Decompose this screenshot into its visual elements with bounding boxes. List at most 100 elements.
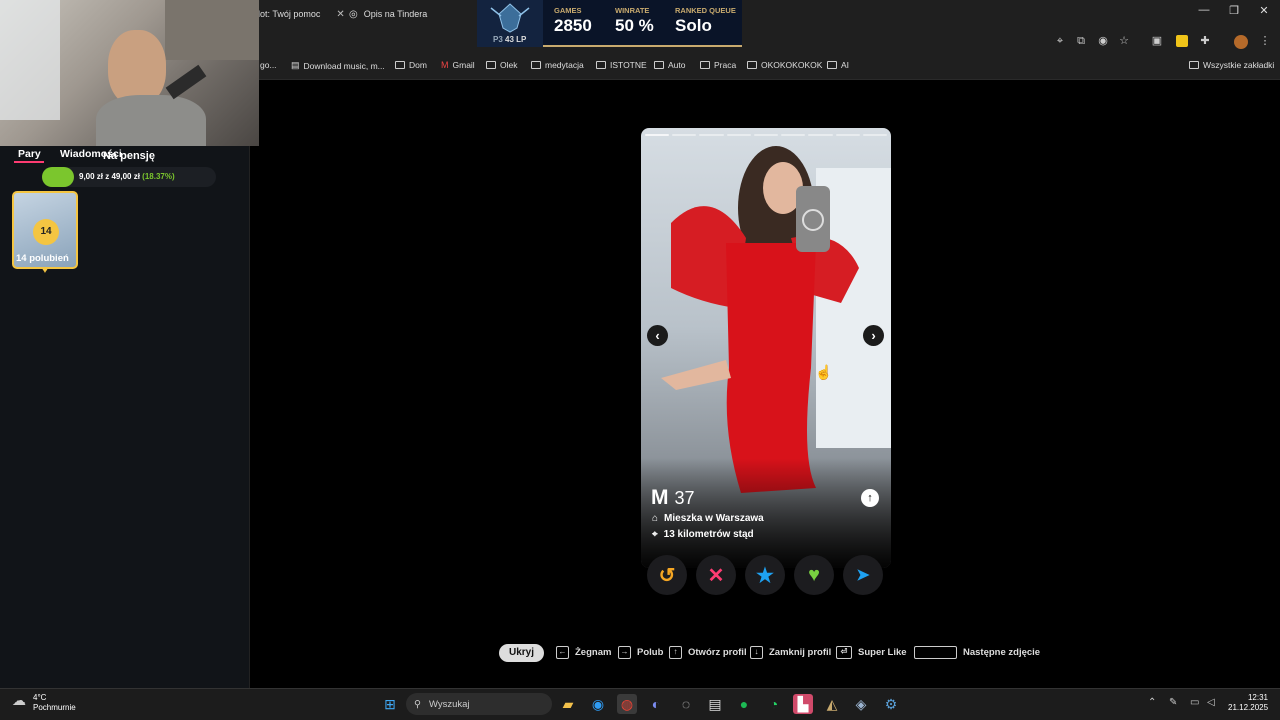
- tray-app-icon[interactable]: ✎: [1169, 697, 1177, 708]
- shortcut-next-photo: Następne zdjęcie: [914, 646, 1040, 659]
- volume-icon[interactable]: ◁: [1207, 697, 1215, 708]
- network-icon[interactable]: ▭: [1190, 697, 1199, 708]
- shortcut-label: Otwórz profil: [688, 647, 747, 658]
- photo-indicator-bar: [862, 134, 887, 136]
- profile-age: 37: [674, 488, 695, 508]
- chrome-icon[interactable]: ◍: [617, 694, 637, 714]
- folder-icon: [531, 61, 541, 69]
- bookmark-item[interactable]: Dom: [395, 60, 427, 70]
- page-icon: ▤: [291, 60, 300, 70]
- like-button[interactable]: ♥: [794, 555, 834, 595]
- more-menu-icon[interactable]: ⋮: [1259, 35, 1271, 47]
- pink-app-icon[interactable]: ▙: [793, 694, 813, 714]
- puzzle-icon[interactable]: ✚: [1199, 35, 1211, 47]
- minimize-button[interactable]: —: [1189, 4, 1219, 16]
- windows-start-icon[interactable]: ⊞: [380, 694, 400, 714]
- next-photo-button[interactable]: ›: [863, 325, 884, 346]
- photo-indicator-bar: [835, 134, 860, 136]
- games-label: GAMES: [554, 6, 582, 15]
- bookmark-item[interactable]: go...: [260, 60, 277, 70]
- bookmark-item[interactable]: AI: [827, 60, 849, 70]
- home-icon: ⌂: [652, 513, 659, 524]
- eye-off-icon[interactable]: ◉: [1097, 35, 1109, 47]
- bookmark-label: Praca: [714, 60, 737, 70]
- bookmark-label: AI: [841, 60, 850, 70]
- extension-yellow-icon[interactable]: [1176, 35, 1188, 47]
- bookmark-item[interactable]: ▤ Download music, m...: [291, 60, 385, 71]
- spotify-icon[interactable]: ●: [734, 694, 754, 714]
- bookmark-item[interactable]: Praca: [700, 60, 736, 70]
- shortcut-open: ↑ Otwórz profil: [669, 646, 747, 659]
- tab-2-label: Opis na Tindera: [363, 9, 428, 19]
- settings-gear-icon[interactable]: ⚙: [881, 694, 901, 714]
- photo-indicator-bar: [672, 134, 697, 136]
- tab-pary-label: Pary: [18, 148, 41, 160]
- open-profile-button[interactable]: ↑: [861, 489, 879, 507]
- bookmark-item[interactable]: M Gmail: [441, 60, 475, 70]
- games-value: 2850: [554, 16, 592, 35]
- clock-date: 21.12.2025: [1228, 703, 1269, 712]
- all-bookmarks[interactable]: Wszystkie zakładki: [1189, 60, 1274, 70]
- league-client-icon[interactable]: ◭: [822, 694, 842, 714]
- bookmark-label: Gmail: [452, 60, 475, 70]
- bookmark-item[interactable]: OKOKOKOKOK: [747, 60, 822, 70]
- shortcut-nope: ← Żegnam: [556, 646, 611, 659]
- boost-button[interactable]: ➤: [843, 555, 883, 595]
- hide-button[interactable]: Ukryj: [499, 644, 544, 662]
- rank-emblem: P3 43 LP: [477, 0, 543, 47]
- install-app-icon[interactable]: ⧉: [1075, 35, 1087, 47]
- rank-tier: P3: [493, 35, 503, 44]
- folder-icon: [654, 61, 664, 69]
- prev-photo-button[interactable]: ‹: [647, 325, 668, 346]
- tab-1[interactable]: lot: Twój pomoc ✕: [258, 5, 345, 23]
- search-icon: ⚲: [414, 698, 421, 710]
- bookmark-item[interactable]: Olek: [486, 60, 517, 70]
- steam-icon[interactable]: ◈: [851, 694, 871, 714]
- bookmark-star-icon[interactable]: ☆: [1118, 35, 1130, 47]
- tab-pary[interactable]: Pary: [18, 148, 41, 160]
- goal-text: 9,00 zł z 49,00 zł (18.37%): [79, 172, 175, 181]
- close-icon[interactable]: ✕: [336, 9, 344, 20]
- likes-card[interactable]: 14 14 polubień: [12, 191, 78, 269]
- taskbar: [0, 688, 1280, 720]
- bookmark-item[interactable]: medytacja: [531, 60, 584, 70]
- arrow-left-key-icon: ←: [556, 646, 569, 659]
- arrow-up-icon: ↑: [867, 492, 873, 504]
- goal-amount: 9,00 zł z 49,00 zł: [79, 172, 140, 181]
- tray-chevron-icon[interactable]: ⌃: [1148, 697, 1156, 708]
- shortcut-label: Super Like: [858, 647, 907, 658]
- clock[interactable]: 12:31 21.12.2025: [1228, 693, 1268, 713]
- taskbar-search[interactable]: ⚲ Wyszukaj: [406, 693, 552, 715]
- tab-2[interactable]: ◎ Opis na Tindera: [349, 5, 427, 23]
- nope-button[interactable]: ✕: [696, 555, 736, 595]
- folder-icon: [1189, 61, 1199, 69]
- extension-icon[interactable]: ▣: [1151, 35, 1163, 47]
- discord-icon[interactable]: ◐: [646, 694, 666, 714]
- shortcut-superlike: ⏎ Super Like: [836, 646, 907, 659]
- whatsapp-icon[interactable]: ◔: [764, 694, 784, 714]
- shortcut-label: Następne zdjęcie: [963, 647, 1041, 658]
- all-bookmarks-label: Wszystkie zakładki: [1203, 60, 1275, 70]
- app-icon[interactable]: ◌: [676, 694, 696, 714]
- close-window-button[interactable]: ✕: [1249, 4, 1279, 17]
- profile-distance-text: 13 kilometrów stąd: [663, 529, 754, 540]
- restore-button[interactable]: ❐: [1219, 4, 1249, 17]
- bookmark-item[interactable]: Auto: [654, 60, 686, 70]
- super-like-button[interactable]: ★: [745, 555, 785, 595]
- profile-lives-text: Mieszka w Warszawa: [664, 513, 764, 524]
- shortcut-label: Żegnam: [575, 647, 612, 658]
- notepad-icon[interactable]: ▤: [705, 694, 725, 714]
- bookmark-label: Auto: [668, 60, 686, 70]
- shortcut-close: ↓ Zamknij profil: [750, 646, 831, 659]
- profile-avatar[interactable]: [1234, 35, 1248, 49]
- weather-widget[interactable]: 4°C Pochmurnie: [33, 693, 76, 713]
- file-explorer-icon[interactable]: ▰: [558, 694, 578, 714]
- enter-key-icon: ⏎: [836, 646, 852, 659]
- bookmark-item[interactable]: ISTOTNE: [596, 60, 647, 70]
- rank-emblem-icon: [490, 3, 530, 33]
- rewind-button[interactable]: ↺: [647, 555, 687, 595]
- edge-icon[interactable]: ◉: [588, 694, 608, 714]
- location-pin-icon: ⌖: [652, 529, 658, 540]
- location-icon[interactable]: ⌖: [1054, 35, 1066, 47]
- send-icon: ➤: [856, 567, 870, 584]
